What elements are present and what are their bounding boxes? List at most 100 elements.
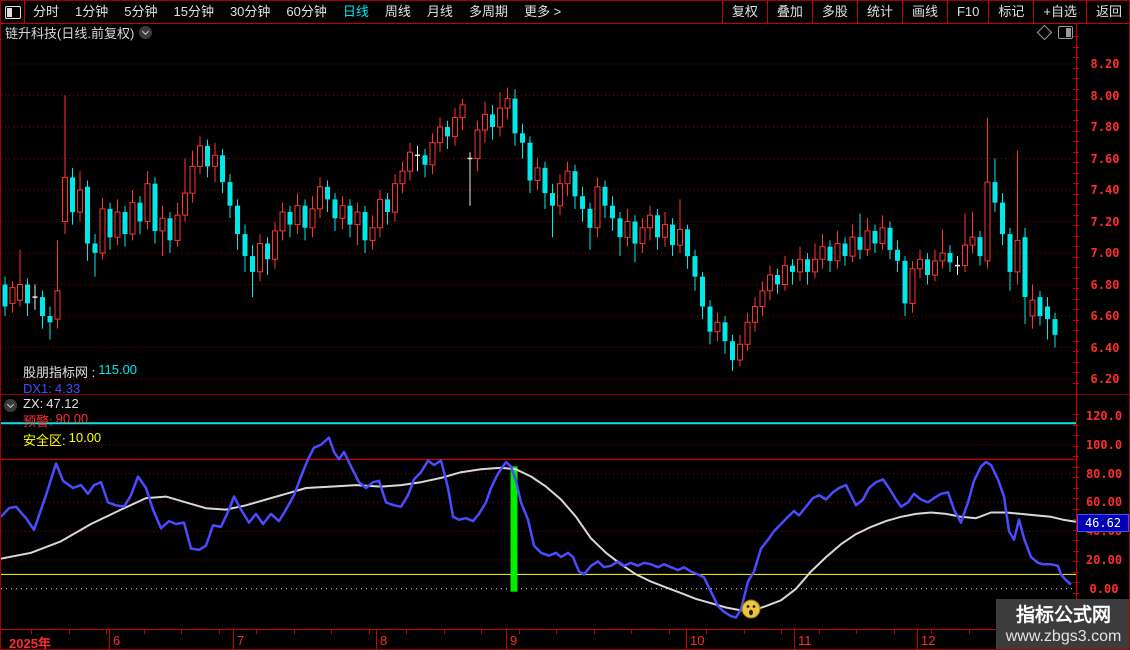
period-item-0[interactable]: 分时 (25, 1, 67, 23)
layout-button[interactable] (1, 1, 25, 23)
axis-tick (1073, 204, 1079, 205)
toolbar-button-0[interactable]: 复权 (721, 1, 767, 23)
axis-tick (1073, 47, 1079, 48)
toolbar-button-3[interactable]: 统计 (856, 1, 902, 23)
date-tick (856, 630, 857, 634)
axis-tick (1073, 57, 1079, 58)
maximize-pane-icon[interactable] (1058, 26, 1073, 39)
period-item-5[interactable]: 60分钟 (278, 1, 334, 23)
axis-tick (1073, 299, 1079, 300)
indicator-field-value: 90.00 (55, 410, 89, 426)
period-menu: 分时 1分钟 5分钟 15分钟 30分钟 60分钟 日线 周线 月线 多周期 更多 > (25, 1, 722, 23)
indicator-axis-label: 80.00 (1085, 466, 1123, 481)
axis-tick (1073, 383, 1079, 384)
period-item-8[interactable]: 月线 (419, 1, 461, 23)
axis-tick (1073, 194, 1079, 195)
price-axis-label: 8.00 (1090, 88, 1120, 103)
indicator-axis-label: 100.0 (1085, 437, 1123, 452)
marker-diamond-icon[interactable] (1036, 24, 1053, 41)
chevron-down-icon[interactable] (139, 25, 153, 39)
chart-corner-icons (1036, 24, 1073, 41)
indicator-header: 股朋指标网 :115.00 DX1: 4.33 ZX: 47.12 预警: 90.00 安全区… (4, 362, 147, 448)
toolbar-button-4[interactable]: 画线 (901, 1, 947, 23)
price-axis-label: 6.60 (1090, 309, 1120, 323)
price-axis-label: 7.00 (1090, 246, 1120, 260)
axis-tick (1073, 36, 1079, 37)
date-tick (219, 630, 220, 634)
toolbar-button-1[interactable]: 叠加 (766, 1, 812, 23)
month-label: 6 (113, 633, 121, 648)
axis-tick (1073, 110, 1079, 111)
indicator-axis-label: 120.0 (1085, 409, 1123, 423)
toolbar-button-7[interactable]: +自选 (1033, 1, 1086, 23)
date-tick (406, 630, 407, 634)
app-window: 分时 1分钟 5分钟 15分钟 30分钟 60分钟 日线 周线 月线 多周期 更多 > 复权 叠加 多股… (0, 0, 1130, 650)
price-axis-label: 7.60 (1090, 151, 1120, 166)
price-axis-label: 6.20 (1090, 372, 1120, 386)
indicator-chart[interactable] (1, 413, 1076, 629)
price-axis-label: 6.40 (1090, 340, 1120, 355)
axis-tick (1073, 362, 1079, 363)
date-tick (969, 630, 970, 634)
period-item-1[interactable]: 1分钟 (67, 1, 116, 23)
toolbar-button-5[interactable]: F10 (946, 1, 988, 23)
toolbar-button-2[interactable]: 多股 (811, 1, 857, 23)
date-tick (331, 630, 332, 634)
axis-tick (1073, 225, 1079, 226)
axis-tick (1073, 341, 1079, 342)
period-item-10[interactable]: 更多 > (516, 1, 569, 23)
indicator-field-value: 10.00 (68, 429, 102, 445)
indicator-value-box: 46.62 (1077, 513, 1129, 532)
month-label: 8 (380, 633, 388, 648)
indicator-field-label: DX1: (23, 380, 52, 396)
date-tick (294, 630, 295, 634)
month-label: 12 (921, 633, 936, 648)
period-item-9[interactable]: 多周期 (461, 1, 516, 23)
top-toolbar: 分时 1分钟 5分钟 15分钟 30分钟 60分钟 日线 周线 月线 多周期 更多 > 复权 叠加 多股… (1, 1, 1129, 24)
price-axis-label: 8.20 (1090, 57, 1120, 71)
period-item-7[interactable]: 周线 (377, 1, 419, 23)
date-tick (556, 630, 557, 634)
split-pane-icon (4, 5, 21, 19)
period-item-2[interactable]: 5分钟 (116, 1, 165, 23)
candlestick-chart[interactable] (1, 31, 1076, 391)
date-axis[interactable]: 2025年 6 7 8 9 10 11 12 (1, 629, 1129, 649)
month-gridline (233, 630, 234, 649)
indicator-field-3: 预警: 90.00 (23, 411, 137, 430)
date-tick (781, 630, 782, 634)
axis-tick (1073, 183, 1079, 184)
period-item-3[interactable]: 15分钟 (165, 1, 221, 23)
site-watermark: 指标公式网 www.zbgs3.com (996, 599, 1129, 649)
panel-separator (1, 394, 1129, 395)
indicator-field-value: 4.33 (54, 380, 81, 396)
axis-tick (1073, 257, 1079, 258)
date-tick (744, 630, 745, 634)
indicator-field-value: 115.00 (98, 361, 138, 377)
date-tick (106, 630, 107, 634)
axis-tick (1073, 330, 1079, 331)
month-gridline (506, 630, 507, 649)
indicator-axis-label: 0.00 (1089, 581, 1119, 596)
indicator-field-2: ZX: 47.12 (23, 396, 137, 411)
indicator-chevron-icon[interactable] (4, 398, 17, 412)
month-gridline (917, 630, 918, 649)
period-item-4[interactable]: 30分钟 (222, 1, 278, 23)
date-tick (631, 630, 632, 634)
axis-tick (1073, 120, 1079, 121)
axis-tick (1073, 89, 1079, 90)
axis-tick (1073, 309, 1079, 310)
date-tick (819, 630, 820, 634)
toolbar-button-6[interactable]: 标记 (988, 1, 1033, 23)
date-tick (369, 630, 370, 634)
date-tick (444, 630, 445, 634)
month-label: 10 (690, 633, 705, 648)
indicator-field-1: DX1: 4.33 (23, 381, 137, 396)
axis-tick (1073, 68, 1079, 69)
period-item-6[interactable]: 日线 (335, 1, 377, 23)
month-gridline (794, 630, 795, 649)
month-gridline (686, 630, 687, 649)
axis-tick (1073, 78, 1079, 79)
axis-tick (1073, 173, 1079, 174)
indicator-field-label: 安全区: (23, 432, 66, 448)
toolbar-button-8[interactable]: 返回 (1085, 1, 1129, 23)
